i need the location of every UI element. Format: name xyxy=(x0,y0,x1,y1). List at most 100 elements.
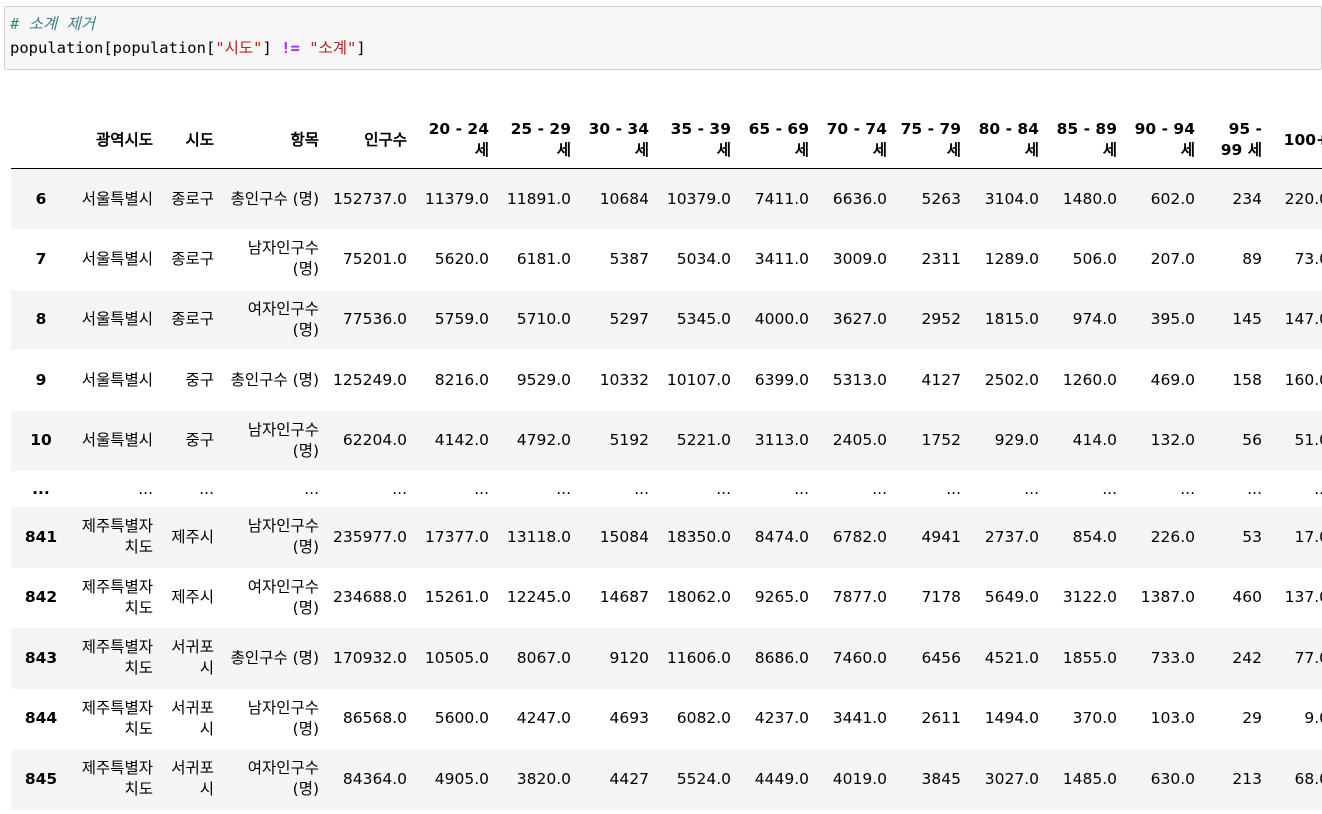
table-cell: 73.0 xyxy=(1294,249,1322,268)
table-cell: 4019.0 xyxy=(832,769,887,788)
header-row: 광역시도 시도 항목 인구수 20 - 24 세 25 - 29 세 30 - 34 세 35… xyxy=(11,96,1322,169)
code-cell[interactable]: # 소계 제거 population[population["시도"] != "… xyxy=(4,6,1322,70)
table-cell: 974.0 xyxy=(1072,310,1117,329)
table-cell: 8216.0 xyxy=(434,370,489,389)
table-cell: 서울특별시 xyxy=(81,370,153,389)
table-cell: 6456 xyxy=(921,648,961,667)
column-header: 70 - 74 세 xyxy=(817,96,895,169)
table-cell: 종로구 xyxy=(171,310,214,329)
table-cell: ... xyxy=(872,479,887,498)
table-cell: 4237.0 xyxy=(754,709,809,728)
table-cell: 중구 xyxy=(185,370,214,389)
table-cell: 남자인구수 (명) xyxy=(247,239,319,279)
row-index: 843 xyxy=(24,648,58,667)
table-cell: 733.0 xyxy=(1150,648,1195,667)
table-row: 8 서울특별시 종로구 여자인구수 (명) 77536.0 5759.0 5710.0 529… xyxy=(11,289,1322,350)
table-cell: 77536.0 xyxy=(342,310,407,329)
table-cell: 8474.0 xyxy=(754,527,809,546)
column-header: 30 - 34 세 xyxy=(579,96,657,169)
table-cell: 3441.0 xyxy=(832,709,887,728)
column-header: 95 - 99 세 xyxy=(1203,96,1270,169)
table-cell: 145 xyxy=(1232,310,1262,329)
table-cell: 125249.0 xyxy=(333,370,407,389)
table-cell: 77.0 xyxy=(1294,648,1322,667)
table-cell: 7178 xyxy=(921,588,961,607)
table-cell: 170932.0 xyxy=(333,648,407,667)
table-cell: 10379.0 xyxy=(666,189,731,208)
table-cell: 4427 xyxy=(609,769,649,788)
table-cell: 414.0 xyxy=(1072,431,1117,450)
table-cell: 7411.0 xyxy=(754,189,809,208)
table-cell: 1815.0 xyxy=(984,310,1039,329)
code-string: "소계" xyxy=(309,39,357,57)
row-index: 841 xyxy=(24,527,58,546)
column-header: 75 - 79 세 xyxy=(895,96,969,169)
table-cell: 9529.0 xyxy=(516,370,571,389)
table-cell: 1494.0 xyxy=(984,709,1039,728)
table-cell: 15261.0 xyxy=(424,588,489,607)
code-text: population[population[ xyxy=(10,39,216,57)
table-cell: 4905.0 xyxy=(434,769,489,788)
table-cell: 18062.0 xyxy=(666,588,731,607)
table-cell: 460 xyxy=(1232,588,1262,607)
table-cell: 11891.0 xyxy=(506,189,571,208)
table-cell: 1260.0 xyxy=(1062,370,1117,389)
table-cell: 3113.0 xyxy=(754,431,809,450)
row-index: 9 xyxy=(35,370,47,389)
table-cell: 5263 xyxy=(921,189,961,208)
code-text: ] xyxy=(262,39,282,57)
table-cell: 서울특별시 xyxy=(81,189,153,208)
table-cell: 6181.0 xyxy=(516,249,571,268)
code-operator: != xyxy=(281,39,300,57)
table-cell: ... xyxy=(1024,479,1039,498)
table-cell: 서울특별시 xyxy=(81,431,153,450)
table-cell: 4693 xyxy=(609,709,649,728)
table-cell: 29 xyxy=(1242,709,1262,728)
table-cell: 제주시 xyxy=(171,588,214,607)
table-cell: 4521.0 xyxy=(984,648,1039,667)
table-cell: 9.0 xyxy=(1304,709,1322,728)
table-cell: ... xyxy=(138,479,153,498)
table-cell: 137.0 xyxy=(1284,588,1322,607)
table-cell: 4142.0 xyxy=(434,431,489,450)
dataframe-table: 광역시도 시도 항목 인구수 20 - 24 세 25 - 29 세 30 - 34 세 35… xyxy=(11,96,1322,810)
table-cell: 15084 xyxy=(599,527,649,546)
table-body: 6 서울특별시 종로구 총인구수 (명) 152737.0 11379.0 11891.0 1… xyxy=(11,168,1322,810)
column-header: 인구수 xyxy=(327,96,415,169)
table-cell: 4792.0 xyxy=(516,431,571,450)
table-cell: 103.0 xyxy=(1150,709,1195,728)
table-cell: 7877.0 xyxy=(832,588,887,607)
table-cell: 929.0 xyxy=(994,431,1039,450)
table-cell: 5034.0 xyxy=(676,249,731,268)
table-cell: 11606.0 xyxy=(666,648,731,667)
code-comment: # 소계 제거 xyxy=(10,15,96,33)
table-cell: 226.0 xyxy=(1150,527,1195,546)
code-text: ] xyxy=(356,39,366,57)
column-header: 광역시도 xyxy=(71,96,161,169)
table-cell: 여자인구수 (명) xyxy=(247,759,319,799)
table-cell: 1855.0 xyxy=(1062,648,1117,667)
table-cell: 6636.0 xyxy=(832,189,887,208)
table-cell: 17.0 xyxy=(1294,527,1322,546)
table-cell: 234 xyxy=(1232,189,1262,208)
column-header: 25 - 29 세 xyxy=(497,96,579,169)
table-row: 9 서울특별시 중구 총인구수 (명) 125249.0 8216.0 9529.0 1033… xyxy=(11,350,1322,411)
table-cell: 제주특별자치도 xyxy=(81,759,153,799)
table-cell: 89 xyxy=(1242,249,1262,268)
table-cell: 53 xyxy=(1242,527,1262,546)
row-index: 8 xyxy=(35,310,47,329)
table-cell: ... xyxy=(304,479,319,498)
table-cell: 68.0 xyxy=(1294,769,1322,788)
table-cell: 11379.0 xyxy=(424,189,489,208)
table-row: 7 서울특별시 종로구 남자인구수 (명) 75201.0 5620.0 6181.0 538… xyxy=(11,229,1322,290)
table-cell: 395.0 xyxy=(1150,310,1195,329)
table-cell: 3411.0 xyxy=(754,249,809,268)
row-index: 10 xyxy=(30,431,52,450)
table-cell: 213 xyxy=(1232,769,1262,788)
column-header: 35 - 39 세 xyxy=(657,96,739,169)
table-cell: 13118.0 xyxy=(506,527,571,546)
code-string: "시도" xyxy=(215,39,263,57)
table-cell: ... xyxy=(556,479,571,498)
table-cell: 서귀포시 xyxy=(171,698,214,738)
table-cell: 6782.0 xyxy=(832,527,887,546)
